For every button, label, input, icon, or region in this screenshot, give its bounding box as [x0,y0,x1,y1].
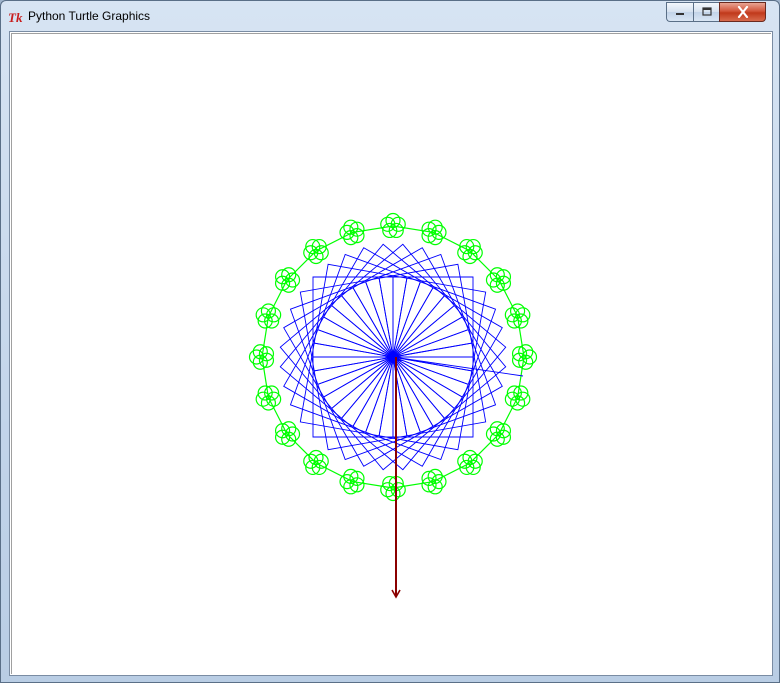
blue-square [352,356,463,467]
blue-square [317,253,421,358]
window-title: Python Turtle Graphics [28,9,151,23]
blue-square [392,304,507,419]
blue-square [365,356,469,461]
tk-feather-icon: Tk [8,10,23,25]
blue-square [365,253,469,358]
green-rosette [511,344,538,370]
blue-square [289,329,394,433]
blue-square [279,295,394,410]
minimize-icon [676,13,684,15]
blue-square [323,356,434,467]
canvas-area [11,33,771,674]
turtle-canvas[interactable] [9,31,773,676]
blue-square [340,356,455,471]
blue-square [323,247,434,358]
close-button[interactable] [719,2,766,22]
maximize-icon [701,7,712,16]
blue-square [392,316,503,427]
blue-square [392,287,503,398]
blue-square [289,281,394,385]
svg-text:Tk: Tk [8,10,23,25]
blue-square [279,304,394,419]
title-bar[interactable]: Tk Python Turtle Graphics [1,1,779,31]
blue-square [392,295,507,410]
blue-square [392,329,497,433]
maximize-button[interactable] [693,2,719,22]
blue-square [331,243,446,358]
app-window: Tk Python Turtle Graphics [0,0,780,683]
blue-square [283,287,394,398]
turtle-drawing [248,212,538,599]
blue-square [317,356,421,461]
blue-square [283,316,394,427]
blue-square [331,356,446,471]
blue-square [352,247,463,358]
blue-square [340,243,455,358]
minimize-button[interactable] [666,2,693,22]
close-icon [737,6,748,18]
blue-square [392,281,497,385]
